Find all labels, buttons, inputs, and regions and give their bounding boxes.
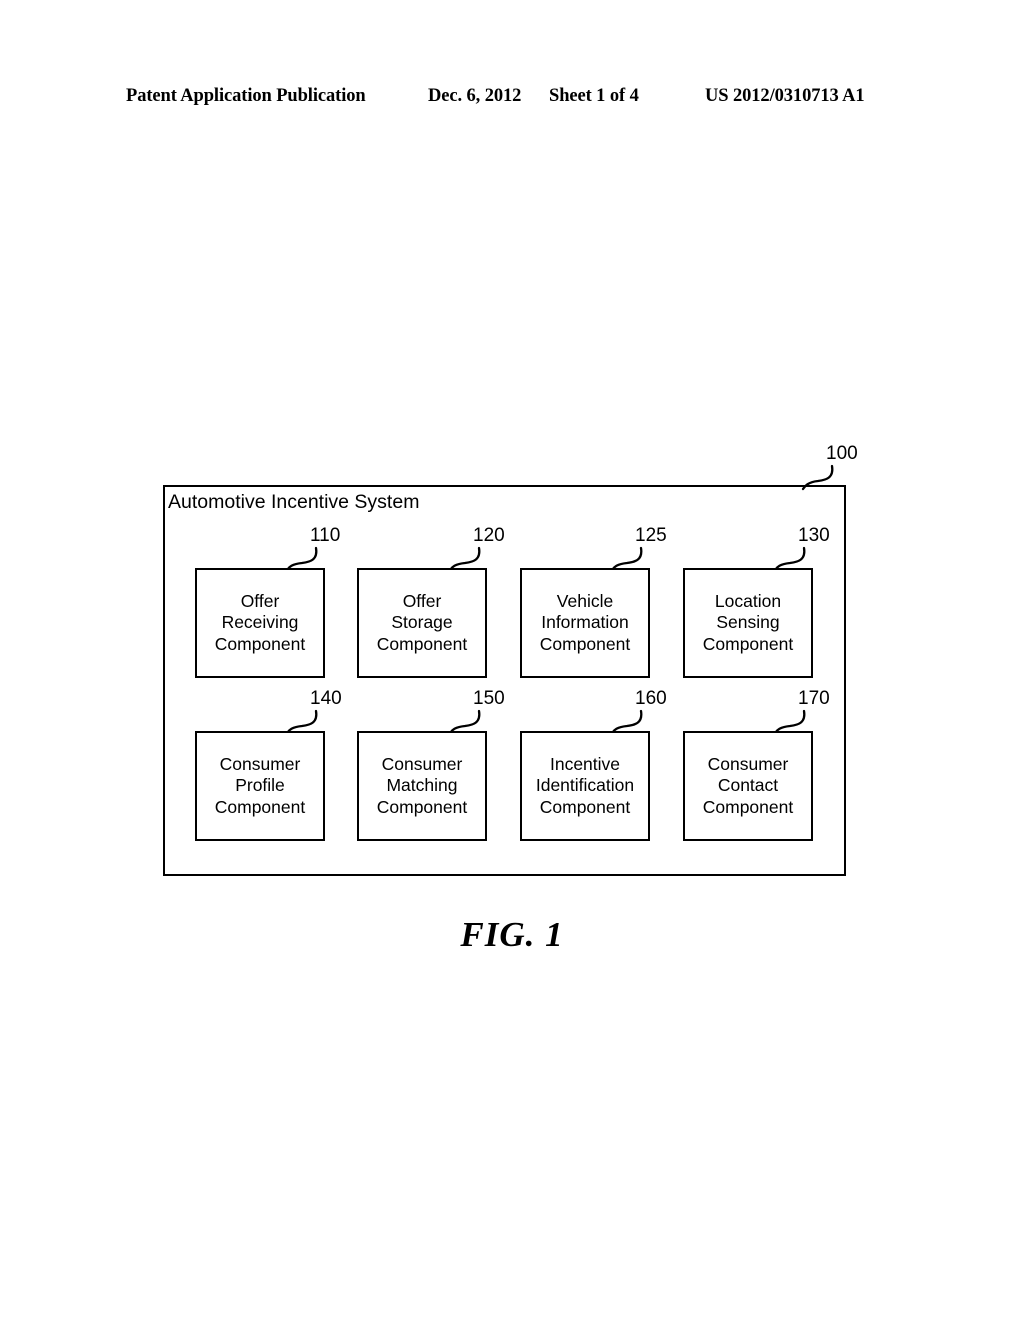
ref-numeral-170: 170 — [798, 688, 830, 709]
ref-numeral-120: 120 — [473, 525, 505, 546]
ref-numeral-140: 140 — [310, 688, 342, 709]
system-title: Automotive Incentive System — [168, 491, 420, 513]
ref-numeral-130: 130 — [798, 525, 830, 546]
ref-numeral-160: 160 — [635, 688, 667, 709]
component-box-consumer-contact[interactable]: Consumer Contact Component — [683, 731, 813, 841]
component-box-offer-storage[interactable]: Offer Storage Component — [357, 568, 487, 678]
ref-numeral-100: 100 — [826, 443, 858, 464]
component-label-consumer-contact: Consumer Contact Component — [702, 753, 794, 817]
component-label-consumer-profile: Consumer Profile Component — [214, 753, 306, 817]
figure-1: Automotive Incentive System 100 110 120 … — [0, 0, 1024, 1320]
component-label-incentive-identification: Incentive Identification Component — [535, 753, 635, 817]
component-label-vehicle-information: Vehicle Information Component — [539, 590, 631, 654]
component-label-consumer-matching: Consumer Matching Component — [376, 753, 468, 817]
ref-numeral-150: 150 — [473, 688, 505, 709]
figure-caption: FIG. 1 — [460, 915, 564, 954]
component-label-offer-storage: Offer Storage Component — [376, 590, 468, 654]
component-box-location-sensing[interactable]: Location Sensing Component — [683, 568, 813, 678]
ref-numeral-110: 110 — [310, 525, 341, 546]
component-box-offer-receiving[interactable]: Offer Receiving Component — [195, 568, 325, 678]
ref-numeral-125: 125 — [635, 525, 667, 546]
component-box-incentive-identification[interactable]: Incentive Identification Component — [520, 731, 650, 841]
component-box-vehicle-information[interactable]: Vehicle Information Component — [520, 568, 650, 678]
component-box-consumer-matching[interactable]: Consumer Matching Component — [357, 731, 487, 841]
component-box-consumer-profile[interactable]: Consumer Profile Component — [195, 731, 325, 841]
component-label-offer-receiving: Offer Receiving Component — [214, 590, 306, 654]
component-label-location-sensing: Location Sensing Component — [702, 590, 794, 654]
